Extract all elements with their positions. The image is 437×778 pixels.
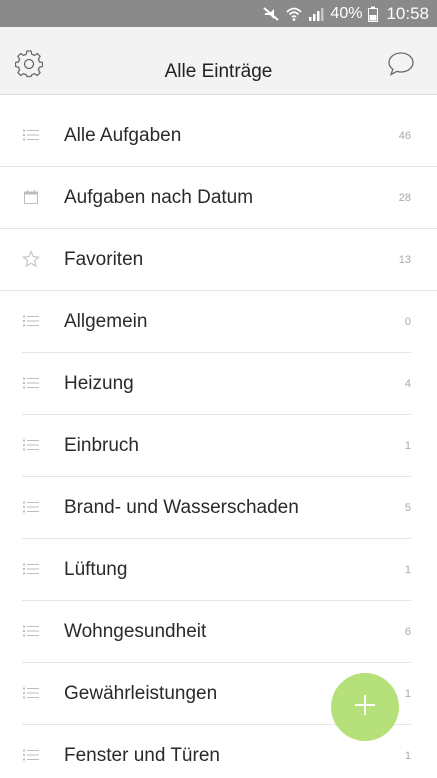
list-item-alle-aufgaben[interactable]: Alle Aufgaben 46 <box>0 105 437 167</box>
list-icon <box>22 498 40 516</box>
list-item-count: 28 <box>398 192 411 204</box>
battery-percent: 40% <box>330 4 363 22</box>
screen: 40% 10:58 Alle Einträge Alle Aufgaben 46… <box>0 0 437 778</box>
list-item-label: Allgemein <box>64 311 148 332</box>
list-item-label: Aufgaben nach Datum <box>64 187 254 208</box>
list-icon <box>22 436 40 454</box>
wifi-icon <box>286 6 302 22</box>
list-item-wohngesundheit[interactable]: Wohngesundheit 6 <box>0 601 437 663</box>
signal-icon <box>308 6 324 22</box>
list-item-label: Gewährleistungen <box>64 683 218 704</box>
page-title: Alle Einträge <box>164 61 273 82</box>
list-icon <box>22 312 40 330</box>
list-item-count: 1 <box>404 564 411 576</box>
list-item-label: Alle Aufgaben <box>64 125 182 146</box>
list-item-label: Wohngesundheit <box>64 621 207 642</box>
mute-icon <box>262 6 280 22</box>
list-icon <box>22 746 40 764</box>
list-item-aufgaben-nach-datum[interactable]: Aufgaben nach Datum 28 <box>0 167 437 229</box>
list-item-lueftung[interactable]: Lüftung 1 <box>0 539 437 601</box>
clock: 10:58 <box>386 3 429 23</box>
list-item-brand-und-wasserschaden[interactable]: Brand- und Wasserschaden 5 <box>0 477 437 539</box>
list-item-label: Einbruch <box>64 435 139 456</box>
list-icon <box>22 560 40 578</box>
list-item-count: 5 <box>404 502 411 514</box>
star-icon <box>22 250 40 268</box>
add-button[interactable] <box>331 673 399 741</box>
list-item-favoriten[interactable]: Favoriten 13 <box>0 229 437 291</box>
plus-icon <box>354 694 376 721</box>
list-item-heizung[interactable]: Heizung 4 <box>0 353 437 415</box>
app-bar: Alle Einträge <box>0 27 437 95</box>
list-icon <box>22 684 40 702</box>
list-item-count: 1 <box>404 750 411 762</box>
list-item-count: 4 <box>404 378 411 390</box>
list-item-einbruch[interactable]: Einbruch 1 <box>0 415 437 477</box>
list-icon <box>22 374 40 392</box>
list-item-count: 13 <box>398 254 411 266</box>
status-bar: 40% 10:58 <box>0 0 437 27</box>
list-item-count: 46 <box>398 130 411 142</box>
list-icon <box>22 126 40 144</box>
list-item-label: Lüftung <box>64 559 128 580</box>
list-item-label: Heizung <box>64 373 134 394</box>
list-item-label: Brand- und Wasserschaden <box>64 497 299 518</box>
battery-icon <box>368 6 379 22</box>
list-item-count: 0 <box>404 316 411 328</box>
list-icon <box>22 622 40 640</box>
list-item-count: 6 <box>404 626 411 638</box>
list-item-count: 1 <box>404 440 411 452</box>
chat-button[interactable] <box>386 51 416 81</box>
list-item-count: 1 <box>404 688 411 700</box>
list-item-label: Fenster und Türen <box>64 745 220 766</box>
list-item-allgemein[interactable]: Allgemein 0 <box>0 291 437 353</box>
chat-bubble-icon <box>387 51 415 82</box>
calendar-icon <box>22 188 40 206</box>
list-item-label: Favoriten <box>64 249 144 270</box>
